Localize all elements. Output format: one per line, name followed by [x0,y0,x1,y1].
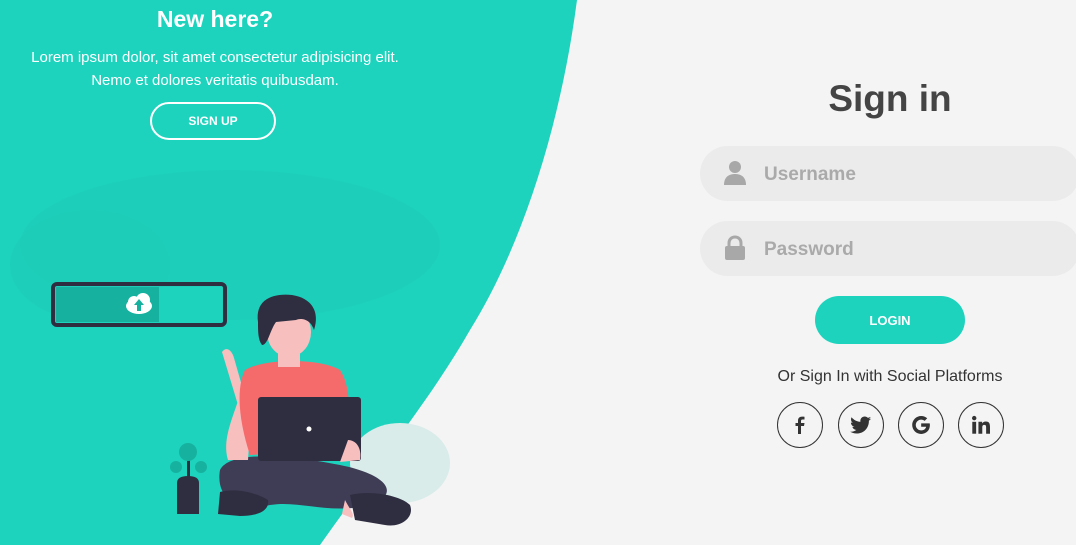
login-button[interactable]: LOGIN [815,296,965,344]
username-input[interactable] [762,146,1066,203]
sign-in-page: New here? Lorem ipsum dolor, sit amet co… [0,0,1076,545]
password-input[interactable] [762,221,1066,278]
password-field[interactable] [700,221,1076,278]
google-icon [912,416,930,434]
description-line-2: Nemo et dolores veritatis quibusdam. [91,72,339,89]
sign-in-title: Sign in [828,78,952,119]
facebook-icon [795,416,805,434]
facebook-button[interactable] [777,402,823,448]
sign-up-button[interactable]: SIGN UP [150,102,276,140]
twitter-button[interactable] [838,402,884,448]
lock-icon [725,235,745,260]
left-panel-description: Lorem ipsum dolor, sit amet consectetur … [0,46,430,92]
upload-progress-bar [51,282,227,327]
username-field[interactable] [700,146,1076,203]
twitter-icon [850,416,872,434]
user-icon [724,161,746,185]
linkedin-icon [972,415,990,434]
linkedin-button[interactable] [958,402,1004,448]
google-button[interactable] [898,402,944,448]
description-line-1: Lorem ipsum dolor, sit amet consectetur … [31,49,399,66]
social-sign-in-text: Or Sign In with Social Platforms [777,368,1003,385]
left-panel-heading: New here? [156,6,274,32]
